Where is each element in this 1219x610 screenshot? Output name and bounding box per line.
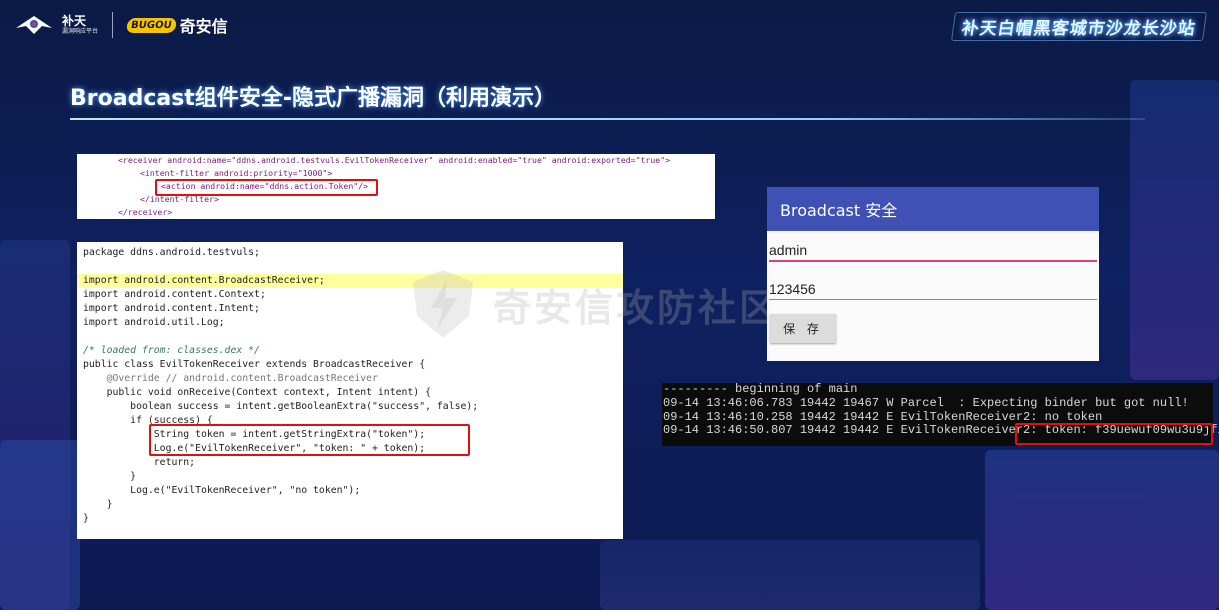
background-decoration [1130, 80, 1219, 380]
code-line: boolean success = intent.getBooleanExtra… [83, 401, 479, 412]
butian-logo-icon [16, 16, 52, 34]
code-line: public class EvilTokenReceiver extends B… [83, 359, 426, 370]
code-line: import android.content.Intent; [83, 303, 260, 314]
code-line: package ddns.android.testvuls; [83, 247, 260, 258]
code-line: import android.util.Log; [83, 317, 225, 328]
title-underline [70, 118, 1145, 120]
butian-logo-text: 补天 漏洞响应平台 [62, 13, 99, 36]
logo-divider [112, 12, 114, 38]
password-field[interactable]: 123456 [769, 281, 1097, 300]
manifest-line: </receiver> [118, 207, 173, 217]
code-line: import android.content.BroadcastReceiver… [77, 274, 623, 288]
log-line: --------- beginning of main [663, 382, 858, 396]
manifest-line: <receiver android:name="ddns.android.tes… [118, 155, 671, 165]
java-code-panel: package ddns.android.testvuls; import an… [77, 242, 623, 539]
partner-name: 奇安信 [179, 17, 228, 36]
code-line: } [83, 513, 89, 524]
logo-main-text: 补天 [62, 13, 87, 28]
app-bar: Broadcast 安全 [767, 187, 1099, 231]
code-line: public void onReceive(Context context, I… [83, 387, 431, 398]
partner-badge: BUGOU [125, 17, 177, 33]
log-line: 09-14 13:46:06.783 19442 19467 W Parcel … [663, 395, 1189, 410]
background-decoration [985, 450, 1219, 610]
action-highlight-box [155, 179, 378, 196]
code-line: return; [83, 457, 196, 468]
code-line: import android.content.Context; [83, 289, 266, 300]
app-bar-title: Broadcast 安全 [780, 201, 898, 220]
code-line: Log.e("EvilTokenReceiver", "no token"); [83, 485, 361, 496]
qianxin-logo: BUGOU 奇安信 [125, 13, 228, 37]
save-button[interactable]: 保 存 [770, 314, 836, 343]
background-decoration [0, 440, 80, 610]
header-logos: 补天 漏洞响应平台 BUGOU 奇安信 [14, 12, 228, 38]
code-line: } [83, 499, 113, 510]
phone-app-screen: Broadcast 安全 admin 123456 保 存 [767, 187, 1099, 361]
code-line: } [83, 471, 137, 482]
slide-title: Broadcast组件安全-隐式广播漏洞（利用演示） [70, 86, 556, 111]
logo-sub-text: 漏洞响应平台 [62, 27, 99, 35]
token-code-highlight-box [149, 424, 470, 456]
code-line: @Override // android.content.BroadcastRe… [83, 373, 378, 384]
event-title: 补天白帽黑客城市沙龙长沙站 [950, 12, 1208, 41]
code-line: /* loaded from: classes.dex */ [83, 345, 260, 356]
manifest-code-panel: <receiver android:name="ddns.android.tes… [77, 154, 715, 219]
background-decoration [600, 540, 980, 610]
token-log-highlight-box [1015, 423, 1213, 445]
username-field[interactable]: admin [769, 242, 1097, 262]
logcat-terminal: --------- beginning of main 09-14 13:46:… [662, 382, 1219, 446]
